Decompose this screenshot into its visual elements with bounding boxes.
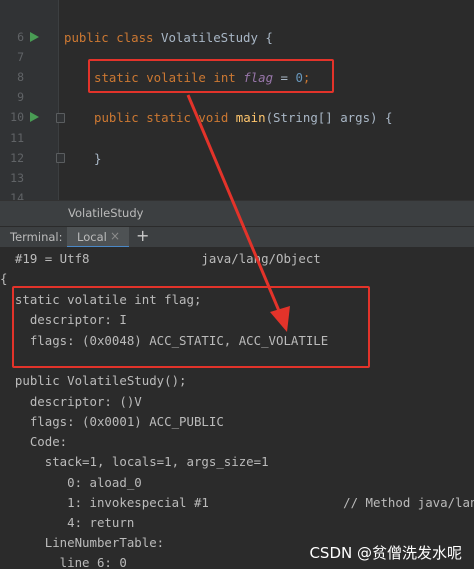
annotation-arrow-icon xyxy=(186,94,290,332)
